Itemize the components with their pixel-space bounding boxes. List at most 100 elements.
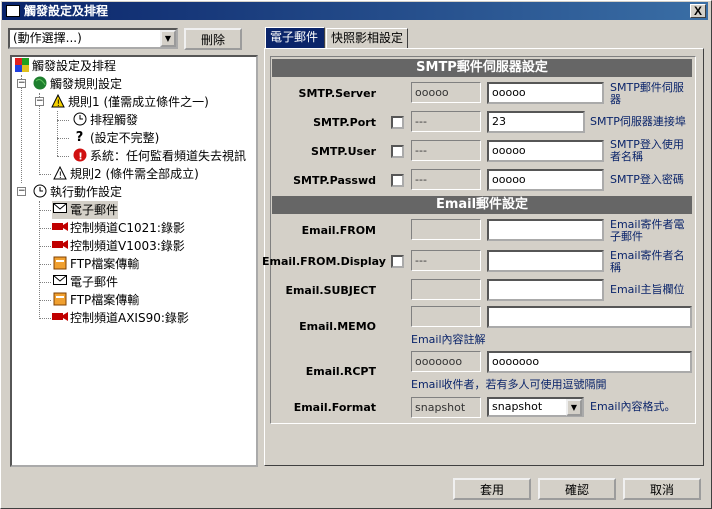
- error-icon: !: [72, 148, 87, 163]
- email-from-label: Email.FROM: [301, 224, 376, 237]
- email-memo-input[interactable]: [487, 306, 692, 328]
- smtp-server-input[interactable]: ooooo: [487, 82, 604, 104]
- email-subject-input[interactable]: [487, 279, 604, 301]
- chevron-down-icon[interactable]: ▼: [566, 399, 582, 416]
- window-title: 觸發設定及排程: [24, 4, 109, 18]
- email-fromdisplay-input[interactable]: [487, 250, 604, 272]
- smtp-port-ro: ---: [411, 111, 481, 132]
- tree-actions-group[interactable]: 執行動作設定: [32, 183, 122, 201]
- tree-action-label: FTP檔案傳輸: [70, 293, 140, 307]
- camera-icon: [52, 310, 68, 325]
- email-rcpt-label: Email.RCPT: [305, 365, 376, 378]
- email-fromdisplay-ro: ---: [411, 250, 481, 271]
- ok-button[interactable]: 確認: [538, 478, 616, 500]
- tree-rule1-label: 規則1 (僅需成立條件之一): [68, 95, 209, 109]
- email-from-desc: Email寄件者電子郵件: [610, 218, 685, 243]
- close-button[interactable]: X: [690, 4, 706, 18]
- tree-rule2[interactable]: ! 規則2 (條件需全部成立): [52, 165, 199, 183]
- email-fromdisplay-desc: Email寄件者名稱: [610, 249, 685, 274]
- tree-action-label: 控制頻道C1021:錄影: [70, 221, 185, 235]
- email-rcpt-ro: ooooooo: [411, 351, 481, 372]
- tree-rule1-incomplete-label: (設定不完整): [90, 131, 160, 145]
- question-icon: ?: [75, 130, 84, 145]
- smtp-server-ro: ooooo: [411, 82, 481, 103]
- tree-action-label: 電子郵件: [70, 275, 119, 289]
- tree-rule2-label: 規則2 (條件需全部成立): [70, 167, 199, 181]
- smtp-passwd-input[interactable]: ooooo: [487, 169, 604, 191]
- tree-action-item[interactable]: 控制頻道AXIS90:錄影: [52, 309, 189, 327]
- tree-actions-group-label: 執行動作設定: [50, 185, 123, 199]
- tree-root-label: 觸發設定及排程: [32, 59, 117, 73]
- smtp-port-desc: SMTP伺服器連接埠: [590, 115, 686, 128]
- smtp-server-desc: SMTP郵件伺服器: [610, 81, 684, 106]
- warning-icon: !: [52, 165, 67, 181]
- tree-action-item[interactable]: FTP檔案傳輸: [52, 255, 139, 273]
- email-memo-ro: [411, 306, 481, 327]
- warning-icon: !: [50, 93, 65, 109]
- email-format-select[interactable]: snapshot ▼: [487, 397, 584, 417]
- tree-action-item[interactable]: 電子郵件: [52, 201, 119, 219]
- cancel-button[interactable]: 取消: [623, 478, 701, 500]
- title-bar: 觸發設定及排程 X: [2, 2, 708, 20]
- svg-text:!: !: [58, 171, 62, 180]
- camera-icon: [52, 238, 68, 253]
- tree-rule1-schedule[interactable]: 排程觸發: [72, 111, 138, 129]
- action-select[interactable]: (動作選擇...) ▼: [8, 28, 178, 49]
- tab-email[interactable]: 電子郵件: [265, 27, 325, 49]
- tree-rules-group-label: 觸發規則設定: [50, 77, 123, 91]
- email-from-input[interactable]: [487, 219, 604, 241]
- tree-action-item[interactable]: 控制頻道V1003:錄影: [52, 237, 185, 255]
- tab-snapshot[interactable]: 快照影相設定: [326, 28, 408, 48]
- collapse-icon[interactable]: −: [17, 187, 26, 196]
- tree-rule1-system-label: 系統：任何監看頻道失去視訊: [90, 149, 247, 163]
- smtp-passwd-checkbox[interactable]: [391, 174, 404, 187]
- camera-icon: [52, 220, 68, 235]
- email-fromdisplay-checkbox[interactable]: [391, 255, 404, 268]
- globe-icon: [32, 76, 47, 91]
- tree-rule1-schedule-label: 排程觸發: [90, 113, 139, 127]
- smtp-port-input[interactable]: 23: [487, 111, 585, 133]
- email-format-label: Email.Format: [293, 401, 376, 414]
- email-fromdisplay-label: Email.FROM.Display: [262, 255, 386, 268]
- app-grid-icon: [14, 58, 29, 73]
- smtp-port-checkbox[interactable]: [391, 116, 404, 129]
- smtp-passwd-ro: ---: [411, 169, 481, 190]
- clock-icon: [32, 184, 47, 199]
- smtp-passwd-desc: SMTP登入密碼: [610, 173, 684, 186]
- collapse-icon[interactable]: −: [35, 97, 44, 106]
- tree-action-item[interactable]: FTP檔案傳輸: [52, 291, 139, 309]
- email-subject-desc: Email主旨欄位: [610, 283, 685, 296]
- smtp-server-label: SMTP.Server: [298, 87, 376, 100]
- tree-rule1-incomplete[interactable]: ? (設定不完整): [72, 129, 160, 147]
- tree-rules-group[interactable]: 觸發規則設定: [32, 75, 122, 93]
- email-format-value: snapshot: [492, 400, 543, 413]
- ftp-file-icon: [52, 256, 67, 271]
- email-rcpt-desc: Email收件者，若有多人可使用逗號隔開: [411, 378, 607, 391]
- smtp-user-label: SMTP.User: [311, 145, 376, 158]
- rule-tree[interactable]: 觸發設定及排程 − 觸發規則設定 − ! 規則1 (僅需成立條件之一) 排程觸發 …: [10, 55, 258, 467]
- tree-action-item[interactable]: 控制頻道C1021:錄影: [52, 219, 185, 237]
- delete-button[interactable]: 刪除: [184, 28, 242, 50]
- tree-rule1[interactable]: ! 規則1 (僅需成立條件之一): [50, 93, 209, 111]
- tree-action-item[interactable]: 電子郵件: [52, 273, 118, 291]
- email-subject-label: Email.SUBJECT: [285, 284, 376, 297]
- smtp-user-ro: ---: [411, 140, 481, 161]
- apply-button[interactable]: 套用: [453, 478, 531, 500]
- smtp-user-checkbox[interactable]: [391, 145, 404, 158]
- tree-root[interactable]: 觸發設定及排程: [14, 57, 116, 75]
- collapse-icon[interactable]: −: [17, 79, 26, 88]
- email-rcpt-input[interactable]: ooooooo: [487, 351, 692, 373]
- smtp-user-input[interactable]: ooooo: [487, 140, 604, 162]
- svg-text:!: !: [78, 152, 83, 163]
- tree-action-label: 電子郵件: [70, 203, 119, 217]
- email-memo-label: Email.MEMO: [299, 320, 376, 333]
- envelope-icon: [52, 274, 67, 289]
- smtp-passwd-label: SMTP.Passwd: [293, 174, 376, 187]
- email-format-desc: Email內容格式。: [590, 400, 676, 413]
- chevron-down-icon[interactable]: ▼: [160, 30, 176, 47]
- clock-icon: [72, 112, 87, 127]
- email-from-ro: [411, 219, 481, 240]
- tree-rule1-system[interactable]: ! 系統：任何監看頻道失去視訊: [72, 147, 246, 165]
- tree-action-label: FTP檔案傳輸: [70, 257, 140, 271]
- action-select-value: (動作選擇...): [13, 31, 82, 45]
